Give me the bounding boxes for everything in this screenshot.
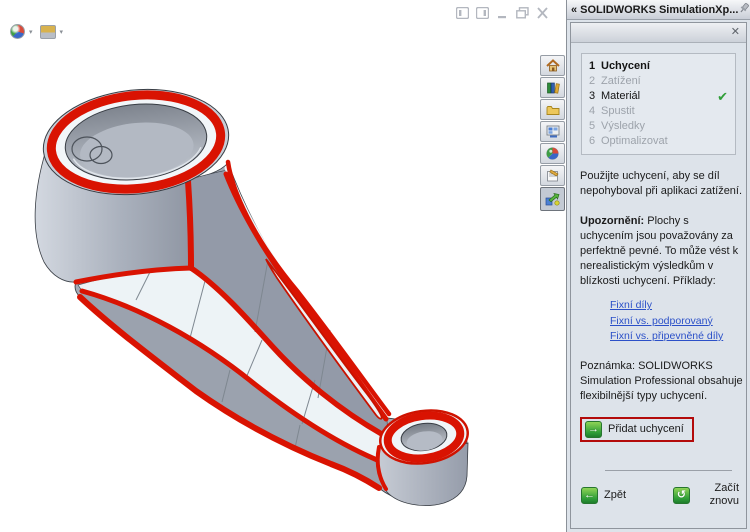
taskpane-simulationxpress: « SOLIDWORKS SimulationXp... ✕ 1 Uchycen… [566,0,750,532]
step-material[interactable]: 3 Materiál ✔ [589,89,728,104]
restore-icon[interactable] [516,7,529,19]
pin-icon[interactable] [738,2,750,17]
model-3d-rocker-arm[interactable] [0,0,540,532]
pane-left-icon[interactable] [456,7,469,19]
scene-dropdown-caret[interactable]: ▾ [60,28,64,36]
solidworks-window: ▾ ▾ « SOLIDWORKS SimulationXp... ✕ 1 Uch… [0,0,750,532]
restart-arrow-icon[interactable]: ↺ [673,486,690,504]
footer-divider [605,470,732,471]
taskpane-tab-file-explorer[interactable] [540,99,565,120]
home-icon [545,59,560,72]
taskpane-titlebar[interactable]: « SOLIDWORKS SimulationXp... [567,0,750,20]
step-vysledky[interactable]: 5 Výsledky [589,119,728,134]
link-fixed-vs-supported[interactable]: Fixní vs. podporovaný [610,314,737,330]
taskpane-tab-resources[interactable] [540,55,565,76]
taskpane-tab-view-palette[interactable] [540,121,565,142]
folder-icon [546,105,559,115]
close-icon[interactable] [536,7,549,19]
warning-label: Upozornění: [580,215,645,227]
taskpane-tabstrip [540,55,566,211]
example-links: Fixní díly Fixní vs. podporovaný Fixní v… [610,298,737,345]
taskpane-title: SOLIDWORKS SimulationXp... [580,3,739,16]
taskpane-tab-appearances[interactable] [540,143,565,164]
appearances-sphere-icon [546,147,559,160]
collapse-chevron-icon[interactable]: « [571,4,577,16]
edit-appearance-icon[interactable] [10,24,25,39]
wizard-header: ✕ [571,23,746,43]
add-fixture-arrow-icon[interactable]: → [585,420,602,438]
wizard-panel: ✕ 1 Uchycení 2 Zatížení 3 Materiál ✔ 4 S… [570,22,747,529]
wizard-content: 1 Uchycení 2 Zatížení 3 Materiál ✔ 4 Spu… [571,43,746,442]
intro-text: Použijte uchycení, aby se díl nepohybova… [580,170,743,197]
link-fixed-vs-attached[interactable]: Fixní vs. připevněné díly [610,329,737,345]
step-uchyceni[interactable]: 1 Uchycení [589,59,728,74]
step-spustit[interactable]: 4 Spustit [589,104,728,119]
back-arrow-icon[interactable]: ← [581,486,598,504]
graphics-viewport[interactable]: ▾ ▾ [0,0,548,532]
add-fixture-button[interactable]: Přidat uchycení [608,422,684,437]
taskpane-tab-custom-properties[interactable] [540,165,565,186]
custom-properties-icon [547,169,559,182]
add-fixture-annotation-box: → Přidat uchycení [580,416,694,442]
wizard-steps: 1 Uchycení 2 Zatížení 3 Materiál ✔ 4 Spu… [581,53,736,155]
link-fixed-parts[interactable]: Fixní díly [610,298,737,314]
document-window-controls [456,7,549,19]
step-optimalizovat[interactable]: 6 Optimalizovat [589,134,728,149]
simulationxpress-icon [545,192,560,206]
pane-right-icon[interactable] [476,7,489,19]
back-button[interactable]: ← Zpět [581,486,626,504]
apply-scene-icon[interactable] [39,24,56,39]
taskpane-tab-simulationxpress[interactable] [540,187,565,211]
viewport-toolbar: ▾ ▾ [10,24,67,39]
wizard-close-icon[interactable]: ✕ [731,27,740,38]
warning-text: Upozornění: Plochy s uchycením jsou pova… [580,215,739,287]
step-complete-check-icon: ✔ [717,89,728,104]
minimize-icon[interactable] [496,7,509,19]
appearance-dropdown-caret[interactable]: ▾ [29,28,33,36]
view-palette-icon [546,125,559,138]
wizard-footer: ← Zpět ↺ Začít znovu [571,470,746,516]
note-text: Poznámka: SOLIDWORKS Simulation Professi… [580,359,743,402]
restart-button[interactable]: ↺ Začít znovu [673,482,739,508]
design-library-icon [546,82,560,94]
step-zatizeni[interactable]: 2 Zatížení [589,74,728,89]
taskpane-tab-design-library[interactable] [540,77,565,98]
